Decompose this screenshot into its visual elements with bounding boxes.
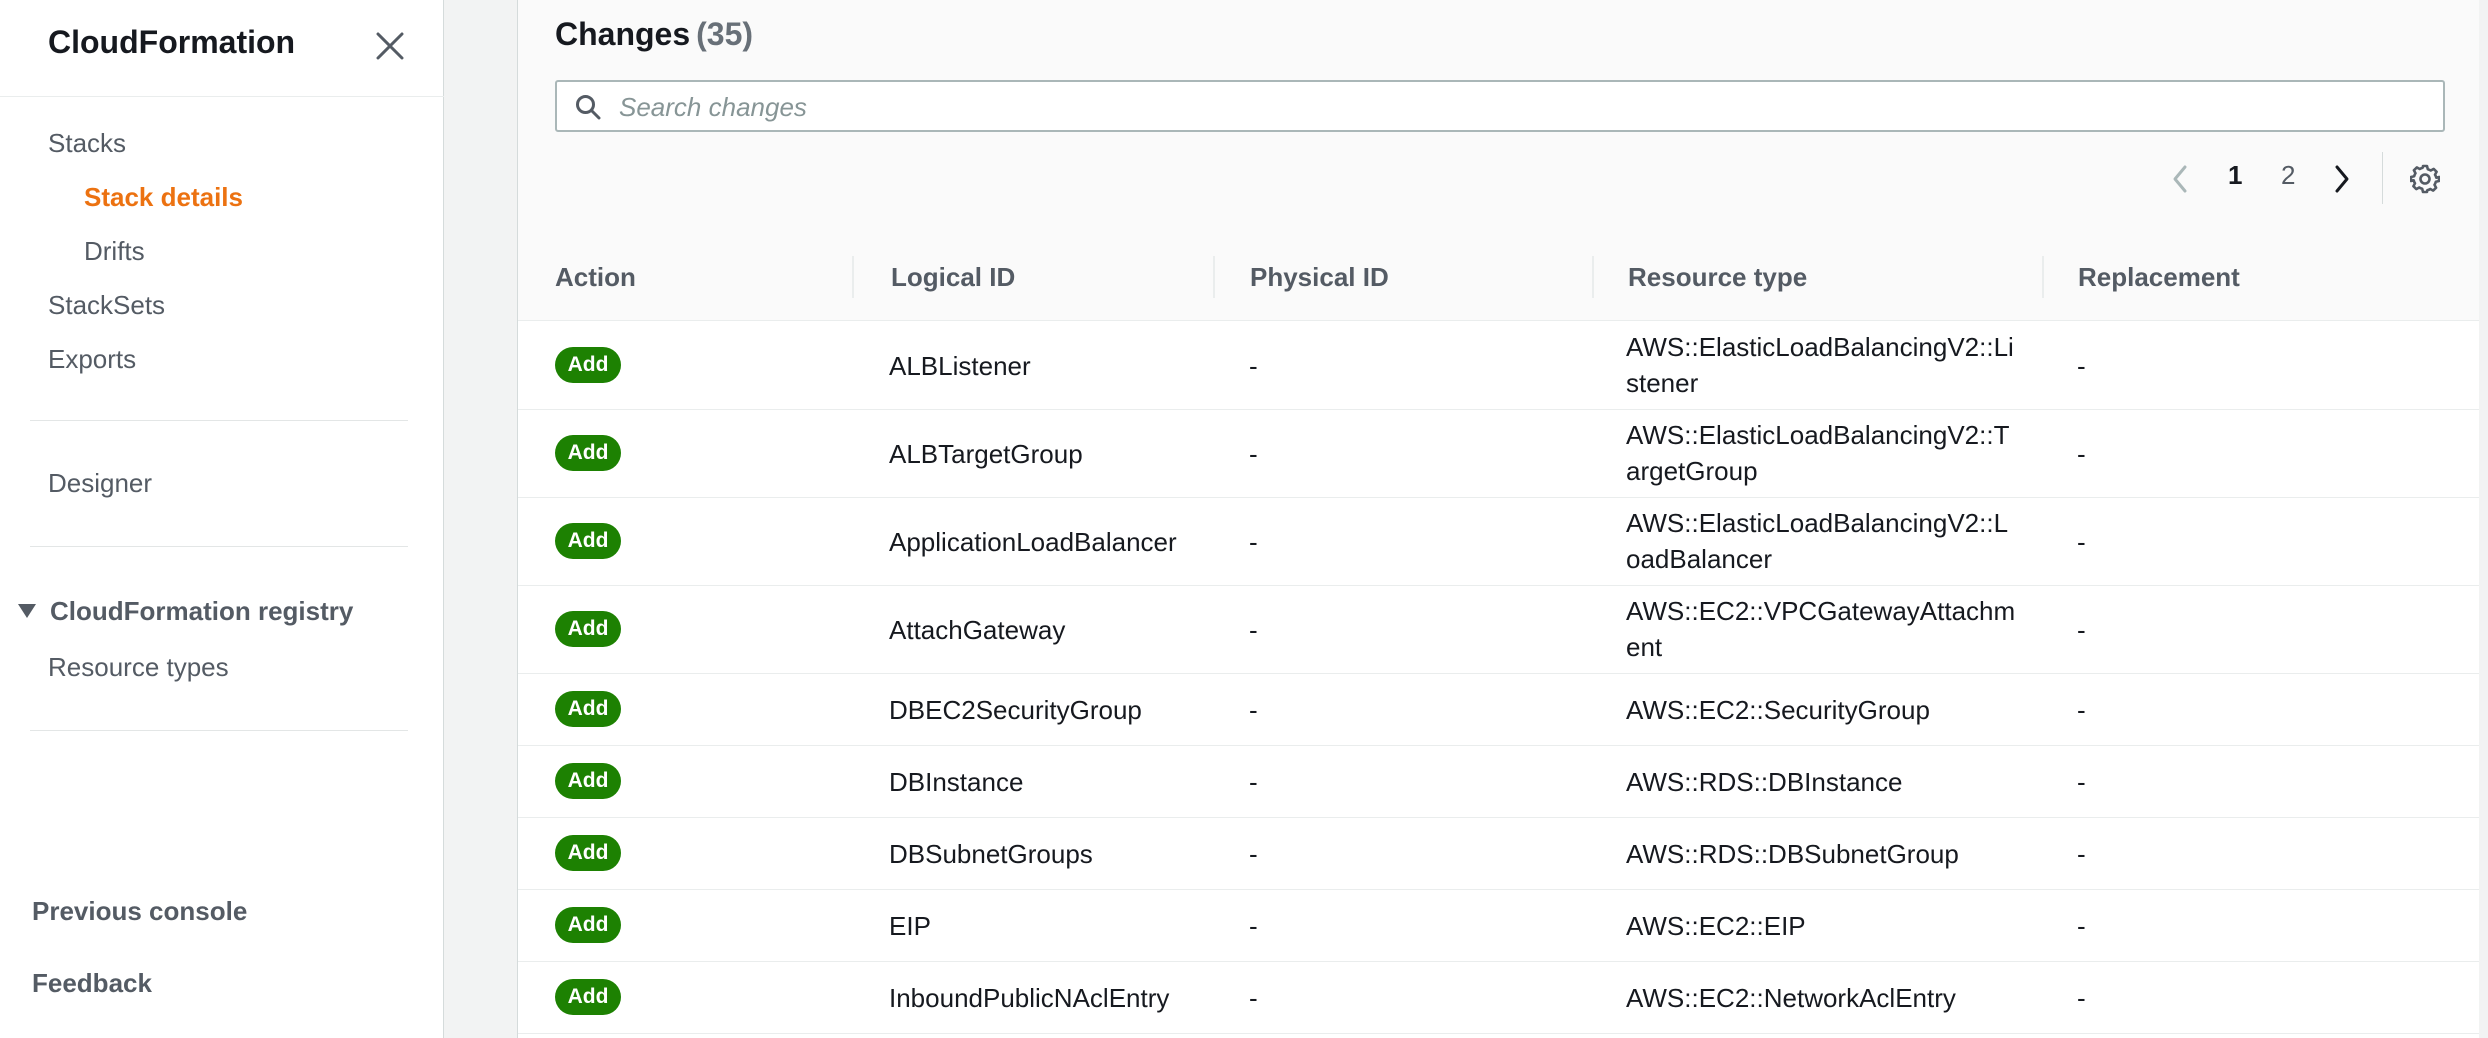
gear-icon[interactable] xyxy=(2409,164,2441,199)
table-row: Add DBInstance - AWS::RDS::DBInstance - xyxy=(518,745,2479,818)
logical-id-cell: DBEC2SecurityGroup xyxy=(889,695,1142,725)
column-header-resource-type[interactable]: Resource type xyxy=(1628,262,1807,293)
table-row: Add EIP - AWS::EC2::EIP - xyxy=(518,889,2479,962)
resource-type-cell: AWS::EC2::NetworkAclEntry xyxy=(1626,983,1956,1013)
caret-down-icon xyxy=(18,604,36,619)
search-box[interactable] xyxy=(555,80,2445,132)
logical-id-cell: ALBListener xyxy=(889,351,1031,381)
changes-count: (35) xyxy=(696,16,754,52)
physical-id-cell: - xyxy=(1249,911,1258,941)
page-1-button[interactable]: 1 xyxy=(2228,160,2242,191)
replacement-cell: - xyxy=(2077,527,2086,557)
feedback-link[interactable]: Feedback xyxy=(32,968,152,999)
table-row: Add ALBListener - AWS::ElasticLoadBalanc… xyxy=(518,321,2479,410)
replacement-cell: - xyxy=(2077,615,2086,645)
sidebar-title: CloudFormation xyxy=(48,24,296,60)
column-header-logical-id[interactable]: Logical ID xyxy=(891,262,1015,293)
replacement-cell: - xyxy=(2077,767,2086,797)
table-row: Add DBSubnetGroups - AWS::RDS::DBSubnetG… xyxy=(518,817,2479,890)
logical-id-cell: AttachGateway xyxy=(889,615,1066,645)
physical-id-cell: - xyxy=(1249,351,1258,381)
resource-type-cell: AWS::ElasticLoadBalancingV2::TargetGroup xyxy=(1626,420,2010,486)
logical-id-cell: InboundPublicNAclEntry xyxy=(889,983,1170,1013)
sidebar-header-divider xyxy=(0,96,444,97)
column-divider[interactable] xyxy=(1213,256,1215,298)
table-row: Add ALBTargetGroup - AWS::ElasticLoadBal… xyxy=(518,409,2479,498)
close-icon[interactable] xyxy=(370,26,410,66)
sidebar-section-label: CloudFormation registry xyxy=(50,596,354,626)
physical-id-cell: - xyxy=(1249,839,1258,869)
action-badge: Add xyxy=(555,763,621,799)
changes-header: Changes(35) 1 2 xyxy=(518,0,2479,237)
logical-id-cell: ApplicationLoadBalancer xyxy=(889,527,1177,557)
changes-panel: Changes(35) 1 2 Action xyxy=(517,0,2479,1038)
sidebar-divider xyxy=(30,546,408,547)
action-badge: Add xyxy=(555,523,621,559)
action-badge: Add xyxy=(555,611,621,647)
resource-type-cell: AWS::RDS::DBInstance xyxy=(1626,767,1903,797)
sidebar-divider xyxy=(30,730,408,731)
logical-id-cell: DBSubnetGroups xyxy=(889,839,1093,869)
sidebar-item-stacks[interactable]: Stacks xyxy=(48,128,126,159)
action-badge: Add xyxy=(555,347,621,383)
column-divider[interactable] xyxy=(1592,256,1594,298)
replacement-cell: - xyxy=(2077,439,2086,469)
sidebar-item-exports[interactable]: Exports xyxy=(48,344,136,375)
sidebar-item-designer[interactable]: Designer xyxy=(48,468,152,499)
chevron-left-icon[interactable] xyxy=(2170,164,2190,199)
table-header: Action Logical ID Physical ID Resource t… xyxy=(518,236,2479,321)
chevron-right-icon[interactable] xyxy=(2332,164,2352,199)
changes-title: Changes (35) xyxy=(555,16,753,53)
resource-type-cell: AWS::EC2::VPCGatewayAttachment xyxy=(1626,596,2016,662)
logical-id-cell: ALBTargetGroup xyxy=(889,439,1083,469)
action-badge: Add xyxy=(555,979,621,1015)
sidebar-item-drifts[interactable]: Drifts xyxy=(84,236,145,267)
sidebar-section-registry[interactable]: CloudFormation registry xyxy=(18,596,353,627)
previous-console-link[interactable]: Previous console xyxy=(32,896,247,927)
resource-type-cell: AWS::ElasticLoadBalancingV2::LoadBalance… xyxy=(1626,508,2009,574)
logical-id-cell: EIP xyxy=(889,911,931,941)
replacement-cell: - xyxy=(2077,911,2086,941)
replacement-cell: - xyxy=(2077,351,2086,381)
action-badge: Add xyxy=(555,835,621,871)
sidebar-item-resource-types[interactable]: Resource types xyxy=(48,652,229,683)
resource-type-cell: AWS::RDS::DBSubnetGroup xyxy=(1626,839,1959,869)
logical-id-cell: DBInstance xyxy=(889,767,1024,797)
resource-type-cell: AWS::EC2::SecurityGroup xyxy=(1626,695,1930,725)
table-row: Add AttachGateway - AWS::EC2::VPCGateway… xyxy=(518,585,2479,674)
pagination-divider xyxy=(2382,152,2383,204)
action-badge: Add xyxy=(555,907,621,943)
resource-type-cell: AWS::EC2::EIP xyxy=(1626,911,1806,941)
column-divider[interactable] xyxy=(2042,256,2044,298)
physical-id-cell: - xyxy=(1249,983,1258,1013)
column-header-action[interactable]: Action xyxy=(555,262,636,293)
physical-id-cell: - xyxy=(1249,695,1258,725)
action-badge: Add xyxy=(555,691,621,727)
search-icon xyxy=(575,94,601,120)
sidebar-item-stack-details[interactable]: Stack details xyxy=(84,182,243,213)
replacement-cell: - xyxy=(2077,839,2086,869)
action-badge: Add xyxy=(555,435,621,471)
search-input[interactable] xyxy=(617,88,2421,126)
sidebar: CloudFormation Stacks Stack details Drif… xyxy=(0,0,444,1038)
physical-id-cell: - xyxy=(1249,615,1258,645)
sidebar-item-stacksets[interactable]: StackSets xyxy=(48,290,165,321)
physical-id-cell: - xyxy=(1249,527,1258,557)
table-row: Add ApplicationLoadBalancer - AWS::Elast… xyxy=(518,497,2479,586)
physical-id-cell: - xyxy=(1249,439,1258,469)
replacement-cell: - xyxy=(2077,983,2086,1013)
resource-type-cell: AWS::ElasticLoadBalancingV2::Listener xyxy=(1626,332,2014,398)
page-2-button[interactable]: 2 xyxy=(2281,160,2295,191)
table-row: Add InboundPublicNAclEntry - AWS::EC2::N… xyxy=(518,961,2479,1034)
column-header-physical-id[interactable]: Physical ID xyxy=(1250,262,1389,293)
replacement-cell: - xyxy=(2077,695,2086,725)
physical-id-cell: - xyxy=(1249,767,1258,797)
column-divider[interactable] xyxy=(852,256,854,298)
table-row: Add DBEC2SecurityGroup - AWS::EC2::Secur… xyxy=(518,673,2479,746)
changes-title-text: Changes xyxy=(555,16,691,52)
column-header-replacement[interactable]: Replacement xyxy=(2078,262,2240,293)
sidebar-divider xyxy=(30,420,408,421)
